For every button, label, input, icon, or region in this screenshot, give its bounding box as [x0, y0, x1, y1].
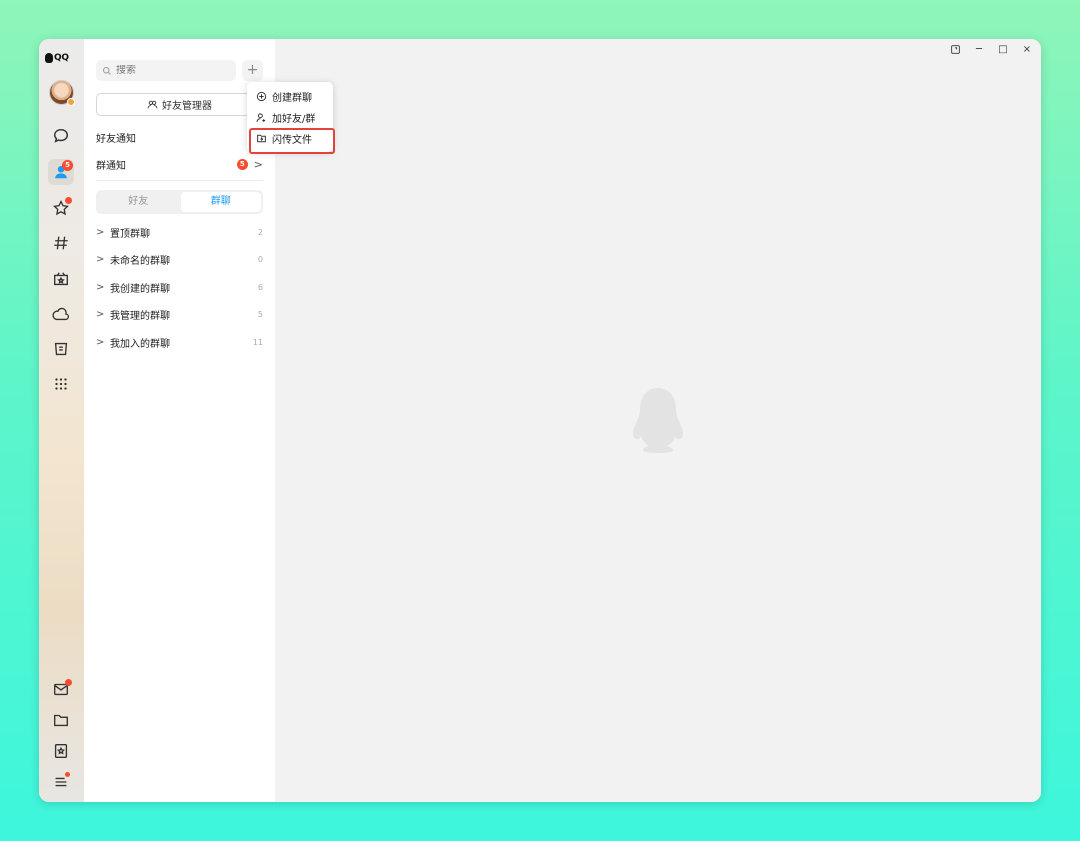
rail-messages[interactable]: [48, 123, 74, 149]
group-notice-badge: 5: [236, 158, 248, 170]
rail-favorites[interactable]: [48, 195, 74, 221]
status-indicator: [67, 98, 75, 106]
search-box[interactable]: [96, 60, 236, 81]
pin-window-icon: [950, 44, 960, 54]
rail-apps[interactable]: [48, 371, 74, 397]
contacts-badge: 5: [62, 160, 73, 171]
chevron-right-icon: >: [96, 308, 105, 320]
bookmark-star-icon: [54, 744, 68, 758]
menu-flash-file[interactable]: 闪传文件: [247, 128, 335, 154]
penguin-logo-icon: [45, 53, 53, 63]
minimize-icon: ─: [975, 43, 983, 55]
tab-groups[interactable]: 群聊: [180, 192, 261, 212]
group-category-count: 11: [252, 337, 263, 347]
chevron-right-icon: >: [253, 157, 263, 171]
friends-icon: [147, 100, 158, 109]
plus-circle-icon: [256, 91, 267, 102]
rail-menu[interactable]: [48, 769, 74, 795]
group-category-count: 5: [257, 309, 263, 319]
group-category-name: 我创建的群聊: [110, 283, 170, 295]
sparkle-bag-icon: [54, 272, 68, 286]
friend-manager-button[interactable]: 好友管理器: [96, 93, 263, 116]
menu-item-label: 创建群聊: [272, 93, 312, 104]
avatar[interactable]: [49, 80, 75, 106]
qq-window: QQ 5 搜索 + 好友管理器 好友通知 群通知 5 > 好友 群聊 > 置顶群…: [39, 39, 1041, 802]
group-category-count: 2: [257, 227, 263, 237]
nav-rail: QQ 5: [39, 39, 84, 802]
app-logo: QQ: [45, 53, 69, 63]
cloud-icon: [52, 307, 70, 321]
folder-icon: [54, 714, 68, 727]
chevron-right-icon: >: [96, 226, 105, 238]
search-icon: [103, 66, 111, 75]
group-category-name: 未命名的群聊: [110, 255, 170, 267]
group-notice-label: 群通知: [96, 160, 126, 172]
friend-notice-label: 好友通知: [96, 133, 136, 145]
group-category-row[interactable]: > 置顶群聊 2: [96, 223, 263, 241]
friend-notice-row[interactable]: 好友通知: [96, 128, 263, 146]
add-menu: 创建群聊 加好友/群 闪传文件: [247, 82, 335, 154]
friend-manager-label: 好友管理器: [162, 101, 212, 112]
window-controls: ─ □ ×: [945, 42, 1037, 56]
penguin-watermark-icon: [632, 388, 684, 453]
rail-contacts[interactable]: 5: [48, 159, 74, 185]
menu-dot: [65, 772, 70, 777]
group-category-row[interactable]: > 未命名的群聊 0: [96, 250, 263, 268]
hash-icon: [54, 236, 68, 250]
mail-dot: [65, 679, 72, 686]
add-button[interactable]: +: [242, 60, 263, 81]
group-category-name: 我加入的群聊: [110, 338, 170, 350]
rail-files[interactable]: [48, 707, 74, 733]
contacts-panel: + 好友管理器 好友通知 群通知 5 > 好友 群聊 > 置顶群聊 2 > 未: [84, 39, 275, 802]
chevron-right-icon: >: [96, 281, 105, 293]
rail-collections[interactable]: [48, 738, 74, 764]
group-category-row[interactable]: > 我创建的群聊 6: [96, 278, 263, 296]
menu-item-label: 闪传文件: [272, 135, 312, 146]
chat-bubble-icon: [53, 128, 69, 143]
group-category-name: 置顶群聊: [110, 228, 150, 240]
maximize-icon: □: [998, 43, 1008, 55]
rail-shop[interactable]: [48, 336, 74, 362]
tab-friends[interactable]: 好友: [98, 192, 179, 212]
group-category-count: 0: [257, 254, 263, 264]
search-input[interactable]: [116, 65, 226, 76]
close-icon: ×: [1022, 43, 1032, 55]
menu-create-group[interactable]: 创建群聊: [247, 86, 333, 107]
group-category-count: 6: [257, 282, 263, 292]
menu-add-friend[interactable]: 加好友/群: [247, 107, 333, 128]
rail-channels[interactable]: [48, 230, 74, 256]
chevron-right-icon: >: [96, 336, 105, 348]
group-category-row[interactable]: > 我加入的群聊 11: [96, 333, 263, 351]
rail-mail[interactable]: [48, 676, 74, 702]
maximize-button[interactable]: □: [993, 42, 1013, 56]
add-person-icon: [256, 113, 266, 122]
contact-tabs: 好友 群聊: [96, 190, 263, 214]
group-category-name: 我管理的群聊: [110, 310, 170, 322]
main-content: ─ □ ×: [275, 39, 1041, 802]
flash-file-icon: [257, 134, 266, 143]
group-notice-row[interactable]: 群通知 5 >: [96, 155, 263, 173]
rail-games[interactable]: [48, 266, 74, 292]
minimize-button[interactable]: ─: [969, 42, 989, 56]
menu-item-label: 加好友/群: [272, 114, 316, 125]
favorites-dot: [65, 197, 72, 204]
divider: [96, 180, 263, 181]
rail-cloud[interactable]: [48, 301, 74, 327]
pin-window-button[interactable]: [945, 42, 965, 56]
logo-text: QQ: [54, 53, 69, 63]
grid-dots-icon: [55, 378, 67, 390]
shop-icon: [54, 342, 68, 356]
close-button[interactable]: ×: [1017, 42, 1037, 56]
chevron-right-icon: >: [96, 253, 105, 265]
group-category-row[interactable]: > 我管理的群聊 5: [96, 305, 263, 323]
